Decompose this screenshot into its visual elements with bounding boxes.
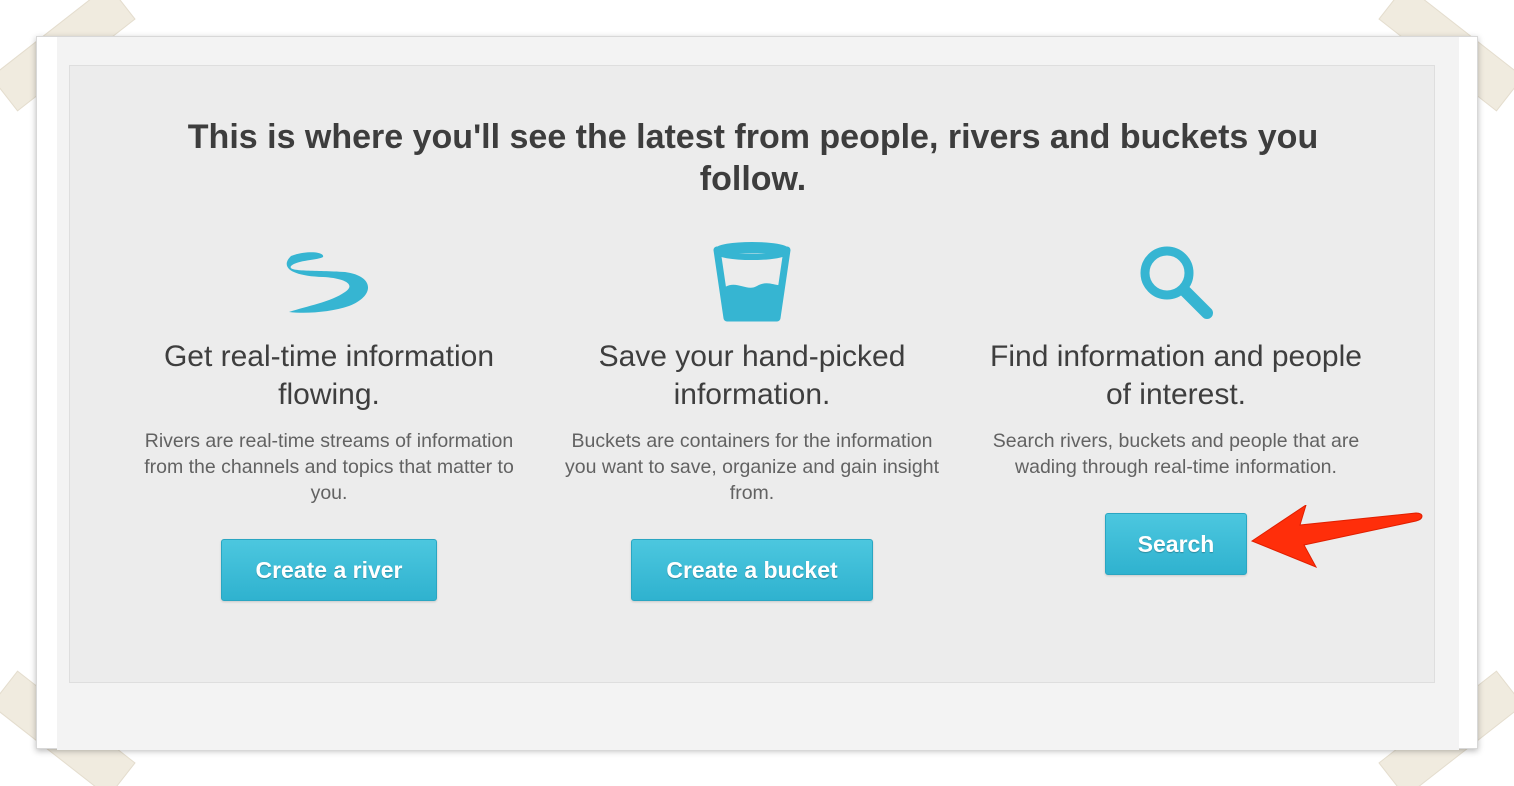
- page-area: This is where you'll see the latest from…: [57, 37, 1459, 750]
- search-column: Find information and people of interest.…: [976, 242, 1376, 480]
- empty-state-panel: This is where you'll see the latest from…: [69, 65, 1435, 683]
- river-icon: [129, 242, 529, 322]
- rivers-column: Get real-time information flowing. River…: [129, 242, 529, 506]
- empty-state-headline: This is where you'll see the latest from…: [187, 118, 1319, 198]
- search-description: Search rivers, buckets and people that a…: [992, 430, 1360, 478]
- search-button[interactable]: Search: [1105, 513, 1247, 575]
- screenshot-frame: This is where you'll see the latest from…: [36, 36, 1478, 750]
- bucket-icon: [552, 242, 952, 322]
- rivers-title: Get real-time information flowing.: [163, 340, 495, 411]
- create-river-button[interactable]: Create a river: [221, 539, 437, 601]
- buckets-column: Save your hand-picked information. Bucke…: [552, 242, 952, 506]
- search-icon: [976, 242, 1376, 322]
- search-title: Find information and people of interest.: [990, 340, 1362, 411]
- rivers-description: Rivers are real-time streams of informat…: [144, 430, 514, 504]
- buckets-title: Save your hand-picked information.: [598, 340, 906, 411]
- annotation-arrow: [1250, 505, 1423, 568]
- create-bucket-button[interactable]: Create a bucket: [631, 539, 873, 601]
- buckets-description: Buckets are containers for the informati…: [565, 430, 939, 504]
